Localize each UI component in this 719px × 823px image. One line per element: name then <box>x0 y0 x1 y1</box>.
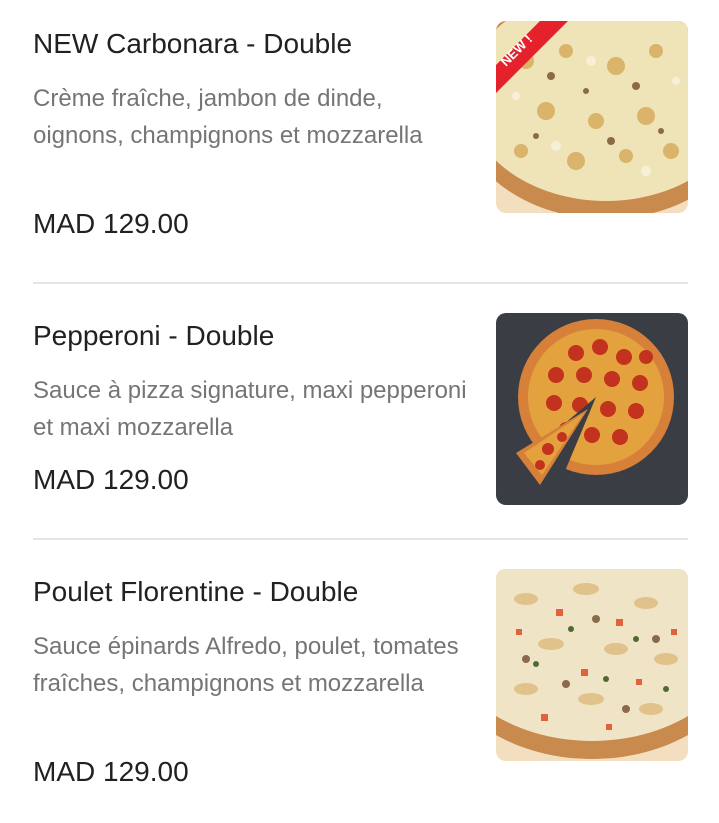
item-title: Poulet Florentine - Double <box>33 576 359 607</box>
item-description: Crème fraîche, jambon de dinde, oignons,… <box>33 85 423 149</box>
pizza-carbonara-image[interactable]: NEW ! <box>496 21 688 213</box>
item-price: MAD 129.00 <box>33 756 189 787</box>
item-title: Pepperoni - Double <box>33 320 275 351</box>
pizza-florentine-image[interactable] <box>496 569 688 761</box>
item-price: MAD 129.00 <box>33 208 189 239</box>
item-description: Sauce épinards Alfredo, poulet, tomates … <box>33 633 459 697</box>
menu-item-pepperoni[interactable]: Pepperoni - Double Sauce à pizza signatu… <box>0 284 719 538</box>
item-description: Sauce à pizza signature, maxi pepperoni … <box>33 377 467 441</box>
item-title: NEW Carbonara - Double <box>33 28 353 59</box>
item-price: MAD 129.00 <box>33 464 189 495</box>
pizza-pepperoni-image[interactable] <box>496 313 688 505</box>
menu-item-carbonara[interactable]: NEW Carbonara - Double Crème fraîche, ja… <box>0 0 719 282</box>
menu-item-poulet-florentine[interactable]: Poulet Florentine - Double Sauce épinard… <box>0 540 719 823</box>
